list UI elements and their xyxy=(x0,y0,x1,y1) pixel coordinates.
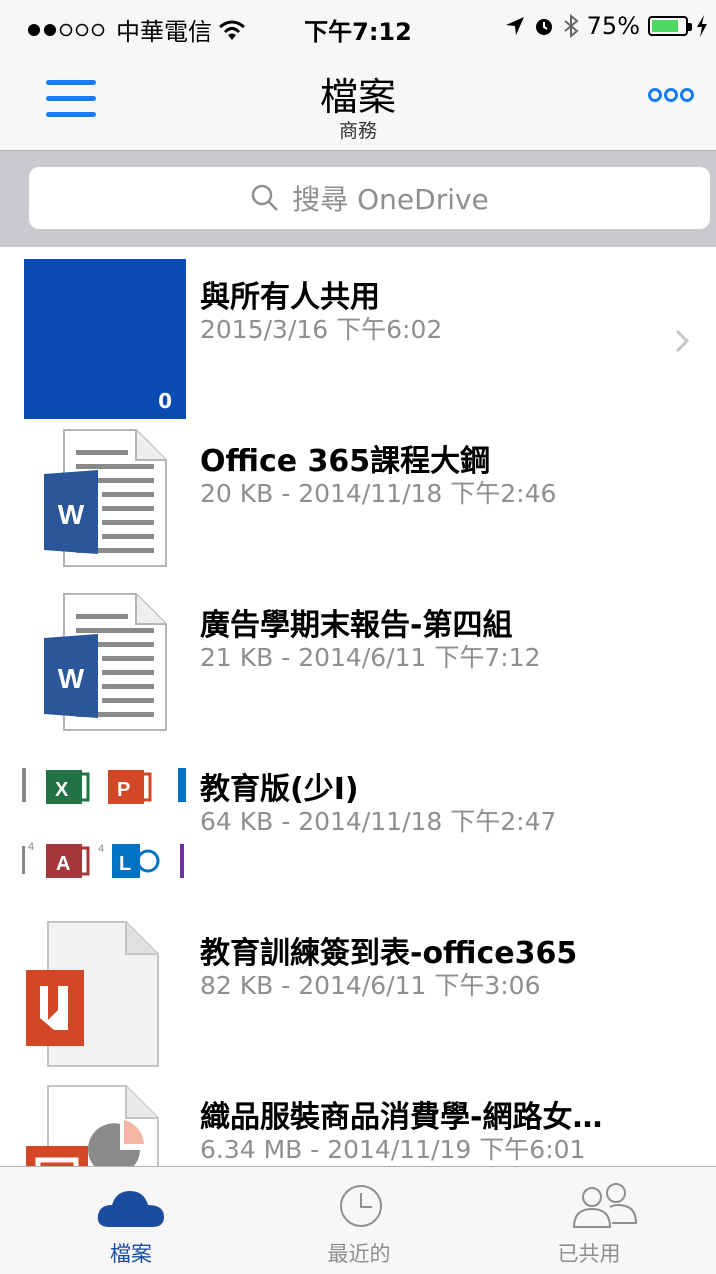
svg-text:4: 4 xyxy=(28,841,34,853)
svg-text:A: A xyxy=(56,853,70,875)
list-item-file[interactable]: X P 4 A 4 L 教育版(少I) 64 KB - 2014/11/18 下… xyxy=(0,740,716,904)
more-options-icon[interactable] xyxy=(648,88,694,102)
svg-text:W: W xyxy=(58,499,85,530)
folder-item-count: 0 xyxy=(158,389,172,413)
powerpoint-document-icon xyxy=(26,1085,159,1166)
status-bar: 中華電信 下午7:12 75% xyxy=(0,0,716,58)
pdf-document-icon xyxy=(26,921,159,1067)
file-list: 0 與所有人共用 2015/3/16 下午6:02 W Office 365課程… xyxy=(0,248,716,1166)
svg-text:L: L xyxy=(119,853,131,875)
search-area: 搜尋 OneDrive xyxy=(0,151,716,247)
folder-thumbnail: 0 xyxy=(24,259,186,419)
tab-recent[interactable]: 最近的 xyxy=(240,1167,478,1274)
account-subtitle: 商務 xyxy=(338,120,377,142)
file-meta: 2015/3/16 下午6:02 xyxy=(200,315,443,344)
tab-shared[interactable]: 已共用 xyxy=(470,1167,708,1274)
tab-label: 最近的 xyxy=(327,1242,391,1266)
file-meta: 6.34 MB - 2014/11/19 下午6:01 xyxy=(200,1135,586,1164)
cloud-icon xyxy=(97,1191,164,1227)
bluetooth-icon xyxy=(564,14,579,38)
clock-icon xyxy=(340,1185,382,1227)
location-arrow-icon xyxy=(505,17,524,35)
tab-label: 檔案 xyxy=(110,1242,152,1266)
list-item-file[interactable]: W 廣告學期末報告-第四組 21 KB - 2014/6/11 下午7:12 xyxy=(0,576,716,740)
search-placeholder: 搜尋 OneDrive xyxy=(292,183,489,216)
charging-bolt-icon xyxy=(697,15,707,37)
tab-files[interactable]: 檔案 xyxy=(12,1167,250,1274)
file-meta: 20 KB - 2014/11/18 下午2:46 xyxy=(200,479,557,508)
office-apps-image-thumbnail: X P 4 A 4 L xyxy=(22,768,186,878)
tab-label: 已共用 xyxy=(557,1242,621,1266)
battery-percent: 75% xyxy=(586,12,640,40)
status-indicators: 75% xyxy=(505,12,708,40)
word-document-icon: W xyxy=(44,429,167,567)
list-item-file[interactable]: 織品服裝商品消費學-網路女… 6.34 MB - 2014/11/19 下午6:… xyxy=(0,1068,716,1166)
tab-bar: 檔案 最近的 已共用 xyxy=(0,1166,716,1274)
svg-text:P: P xyxy=(117,779,130,801)
list-item-file[interactable]: W Office 365課程大鋼 20 KB - 2014/11/18 下午2:… xyxy=(0,412,716,576)
list-item-folder[interactable]: 0 與所有人共用 2015/3/16 下午6:02 xyxy=(0,248,716,419)
navigation-bar: 檔案 商務 xyxy=(0,58,716,151)
chevron-right-icon xyxy=(675,329,690,353)
file-meta: 64 KB - 2014/11/18 下午2:47 xyxy=(200,807,557,836)
people-icon xyxy=(572,1183,638,1228)
svg-text:W: W xyxy=(58,663,85,694)
search-input[interactable]: 搜尋 OneDrive xyxy=(29,167,710,229)
svg-text:4: 4 xyxy=(98,843,104,855)
file-meta: 82 KB - 2014/6/11 下午3:06 xyxy=(200,971,541,1000)
search-icon xyxy=(251,184,279,211)
alarm-icon xyxy=(535,19,552,35)
page-title: 檔案 xyxy=(319,75,396,119)
word-document-icon: W xyxy=(44,593,167,731)
svg-text:X: X xyxy=(55,779,69,801)
file-meta: 21 KB - 2014/6/11 下午7:12 xyxy=(200,643,541,672)
list-item-file[interactable]: 教育訓練簽到表-office365 82 KB - 2014/6/11 下午3:… xyxy=(0,904,716,1068)
battery-icon xyxy=(648,16,692,36)
